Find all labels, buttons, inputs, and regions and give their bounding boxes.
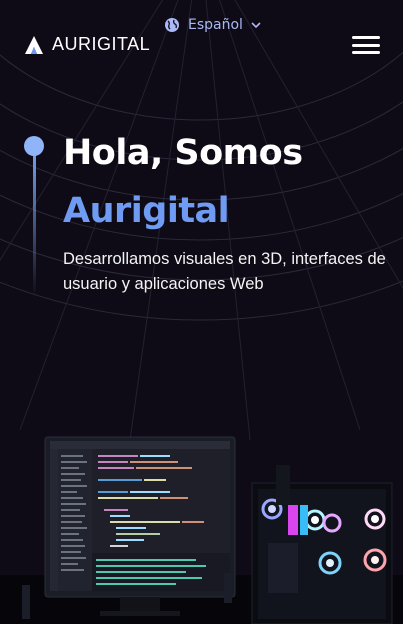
hero-subtitle: Desarrollamos visuales en 3D, interfaces… bbox=[63, 250, 386, 293]
accent-rail bbox=[33, 146, 36, 296]
brand-name: AURIGITAL bbox=[52, 34, 151, 54]
hamburger-menu-icon[interactable] bbox=[352, 36, 380, 54]
hero-workstation-image bbox=[0, 436, 403, 624]
chevron-down-icon bbox=[251, 22, 261, 29]
site-header: AURIGITAL Español bbox=[0, 0, 403, 80]
language-selector[interactable]: Español bbox=[164, 17, 261, 33]
language-label: Español bbox=[188, 17, 243, 33]
accent-rail-dot bbox=[24, 136, 44, 156]
menu-bar bbox=[352, 51, 380, 54]
triangle-logo-icon bbox=[25, 35, 43, 54]
hero-title-line2: Aurigital bbox=[63, 191, 230, 231]
hero-title-line1: Hola, Somos bbox=[63, 133, 303, 173]
brand-logo[interactable]: AURIGITAL bbox=[24, 34, 150, 55]
menu-bar bbox=[352, 36, 380, 39]
globe-icon bbox=[165, 18, 179, 32]
menu-bar bbox=[352, 43, 380, 47]
